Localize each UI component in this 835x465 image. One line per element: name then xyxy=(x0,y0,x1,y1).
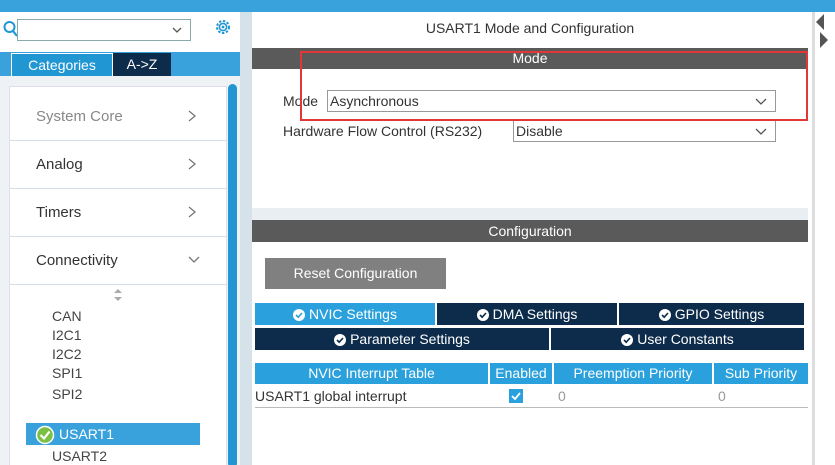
category-tabs: Categories A->Z xyxy=(0,52,240,76)
peripheral-item[interactable]: I2C2 xyxy=(52,346,82,362)
configuration-section-header: Configuration xyxy=(252,220,808,242)
hfc-select-value: Disable xyxy=(516,123,563,139)
tab-gpio-settings[interactable]: GPIO Settings xyxy=(619,303,804,325)
peripheral-item[interactable]: I2C1 xyxy=(52,327,82,343)
section-separator[interactable] xyxy=(252,208,808,220)
top-bar xyxy=(0,0,835,12)
tab-label: User Constants xyxy=(637,331,734,347)
search-input[interactable] xyxy=(20,21,166,39)
highlight-box xyxy=(300,51,808,121)
check-circle-icon xyxy=(621,334,634,346)
peripheral-item[interactable]: SPI2 xyxy=(52,386,82,402)
configuration-section: Reset Configuration NVIC Settings DMA Se… xyxy=(252,242,808,465)
check-circle-icon xyxy=(334,334,347,346)
hardware-flow-control-select[interactable]: Disable xyxy=(513,120,776,142)
sort-icon[interactable] xyxy=(114,289,122,301)
left-panel: Categories A->Z System Core Analog Timer… xyxy=(0,12,240,465)
scrollbar-thumb[interactable] xyxy=(228,84,237,465)
chevron-right-icon xyxy=(188,206,197,218)
tab-nvic-settings[interactable]: NVIC Settings xyxy=(255,303,435,325)
tab-a-to-z[interactable]: A->Z xyxy=(113,53,171,76)
table-header-sub-priority[interactable]: Sub Priority xyxy=(714,363,808,384)
tab-label: Parameter Settings xyxy=(350,331,470,347)
search-box[interactable] xyxy=(17,19,191,41)
peripheral-item-selected[interactable]: USART1 xyxy=(26,423,200,445)
gear-icon[interactable] xyxy=(214,18,232,36)
table-header-preemption-priority[interactable]: Preemption Priority xyxy=(554,363,712,384)
vertical-scrollbar[interactable] xyxy=(227,80,239,465)
panel-divider[interactable] xyxy=(240,12,252,465)
tab-dma-settings[interactable]: DMA Settings xyxy=(437,303,617,325)
category-label: Timers xyxy=(36,204,82,221)
check-circle-icon xyxy=(476,309,489,321)
peripheral-item[interactable]: USART2 xyxy=(52,448,107,464)
side-collapse-strip xyxy=(809,12,835,465)
tab-parameter-settings[interactable]: Parameter Settings xyxy=(255,328,549,350)
check-circle-icon xyxy=(293,309,306,321)
reset-configuration-button[interactable]: Reset Configuration xyxy=(265,258,446,289)
category-system-core[interactable]: System Core xyxy=(10,93,228,141)
interrupt-name-cell: USART1 global interrupt xyxy=(255,388,407,404)
category-panel: System Core Analog Timers Connectivity xyxy=(0,76,240,465)
table-header-nvic-interrupt[interactable]: NVIC Interrupt Table xyxy=(255,363,488,384)
table-divider xyxy=(255,407,808,408)
chevron-down-icon[interactable] xyxy=(172,26,182,34)
category-list: System Core Analog Timers Connectivity xyxy=(9,86,228,465)
tab-label: NVIC Settings xyxy=(309,306,397,322)
chevron-down-icon xyxy=(188,256,200,263)
category-analog[interactable]: Analog xyxy=(10,141,228,189)
chevron-right-icon xyxy=(188,158,197,170)
preemption-priority-cell[interactable]: 0 xyxy=(558,385,566,407)
category-timers[interactable]: Timers xyxy=(10,189,228,237)
collapse-arrow-icon[interactable] xyxy=(816,14,828,30)
peripheral-item[interactable]: SPI1 xyxy=(52,365,82,381)
checkmark-icon xyxy=(511,392,521,401)
sub-priority-cell[interactable]: 0 xyxy=(718,385,726,407)
page-title: USART1 Mode and Configuration xyxy=(425,20,635,36)
category-connectivity[interactable]: Connectivity xyxy=(10,237,228,285)
search-row xyxy=(0,12,240,48)
check-circle-icon xyxy=(658,309,671,321)
tab-categories[interactable]: Categories xyxy=(11,53,113,76)
enabled-checkbox[interactable] xyxy=(509,389,523,403)
tab-label: GPIO Settings xyxy=(674,306,765,322)
category-label: System Core xyxy=(36,108,123,125)
tab-user-constants[interactable]: User Constants xyxy=(551,328,804,350)
chevron-right-icon xyxy=(188,110,197,122)
check-circle-icon xyxy=(35,425,55,445)
tab-label: DMA Settings xyxy=(492,306,578,322)
hardware-flow-control-label: Hardware Flow Control (RS232) xyxy=(283,123,483,139)
category-label: Analog xyxy=(36,156,83,173)
peripheral-item[interactable]: CAN xyxy=(52,308,82,324)
right-panel: USART1 Mode and Configuration Mode Mode … xyxy=(252,12,835,465)
chevron-down-icon xyxy=(755,128,767,135)
peripheral-label: USART1 xyxy=(59,426,114,442)
expand-arrow-icon[interactable] xyxy=(816,32,828,48)
category-label: Connectivity xyxy=(36,252,118,269)
table-header-enabled[interactable]: Enabled xyxy=(490,363,552,384)
strip-bar xyxy=(812,12,815,465)
